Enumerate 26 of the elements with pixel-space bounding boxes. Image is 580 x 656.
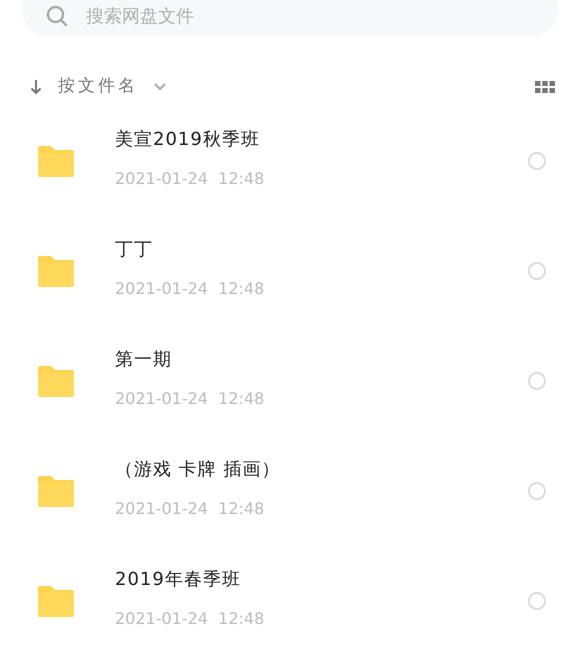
select-radio[interactable] — [528, 372, 546, 390]
select-radio[interactable] — [528, 482, 546, 500]
modified-date: 2021-01-24 12:48 — [115, 278, 266, 300]
grid-view-icon[interactable] — [535, 81, 555, 93]
folder-name[interactable]: 2019年春季班 — [115, 566, 528, 592]
modified-date: 2021-01-24 12:48 — [115, 168, 266, 190]
select-radio[interactable] — [528, 592, 546, 610]
folder-name[interactable]: 丁丁 — [115, 236, 528, 262]
modified-date: 2021-01-24 12:48 — [115, 498, 266, 520]
down-arrow-icon[interactable] — [30, 79, 42, 95]
search-icon — [46, 5, 68, 27]
sort-label[interactable]: 按文件名 — [58, 74, 138, 100]
folder-icon — [38, 256, 74, 286]
search-field[interactable]: 搜索网盘文件 — [22, 0, 558, 36]
chevron-down-icon[interactable] — [154, 83, 166, 91]
modified-date: 2021-01-24 12:48 — [115, 388, 266, 410]
folder-name[interactable]: 第一期 — [115, 346, 528, 372]
folder-name[interactable]: 美宣2019秋季班 — [115, 126, 528, 152]
modified-date: 2021-01-24 12:48 — [115, 608, 266, 630]
folder-icon — [38, 146, 74, 176]
select-radio[interactable] — [528, 262, 546, 280]
folder-icon — [38, 586, 74, 616]
folder-icon — [38, 366, 74, 396]
folder-name[interactable]: （游戏 卡牌 插画） — [115, 456, 528, 482]
folder-icon — [38, 476, 74, 506]
select-radio[interactable] — [528, 152, 546, 170]
